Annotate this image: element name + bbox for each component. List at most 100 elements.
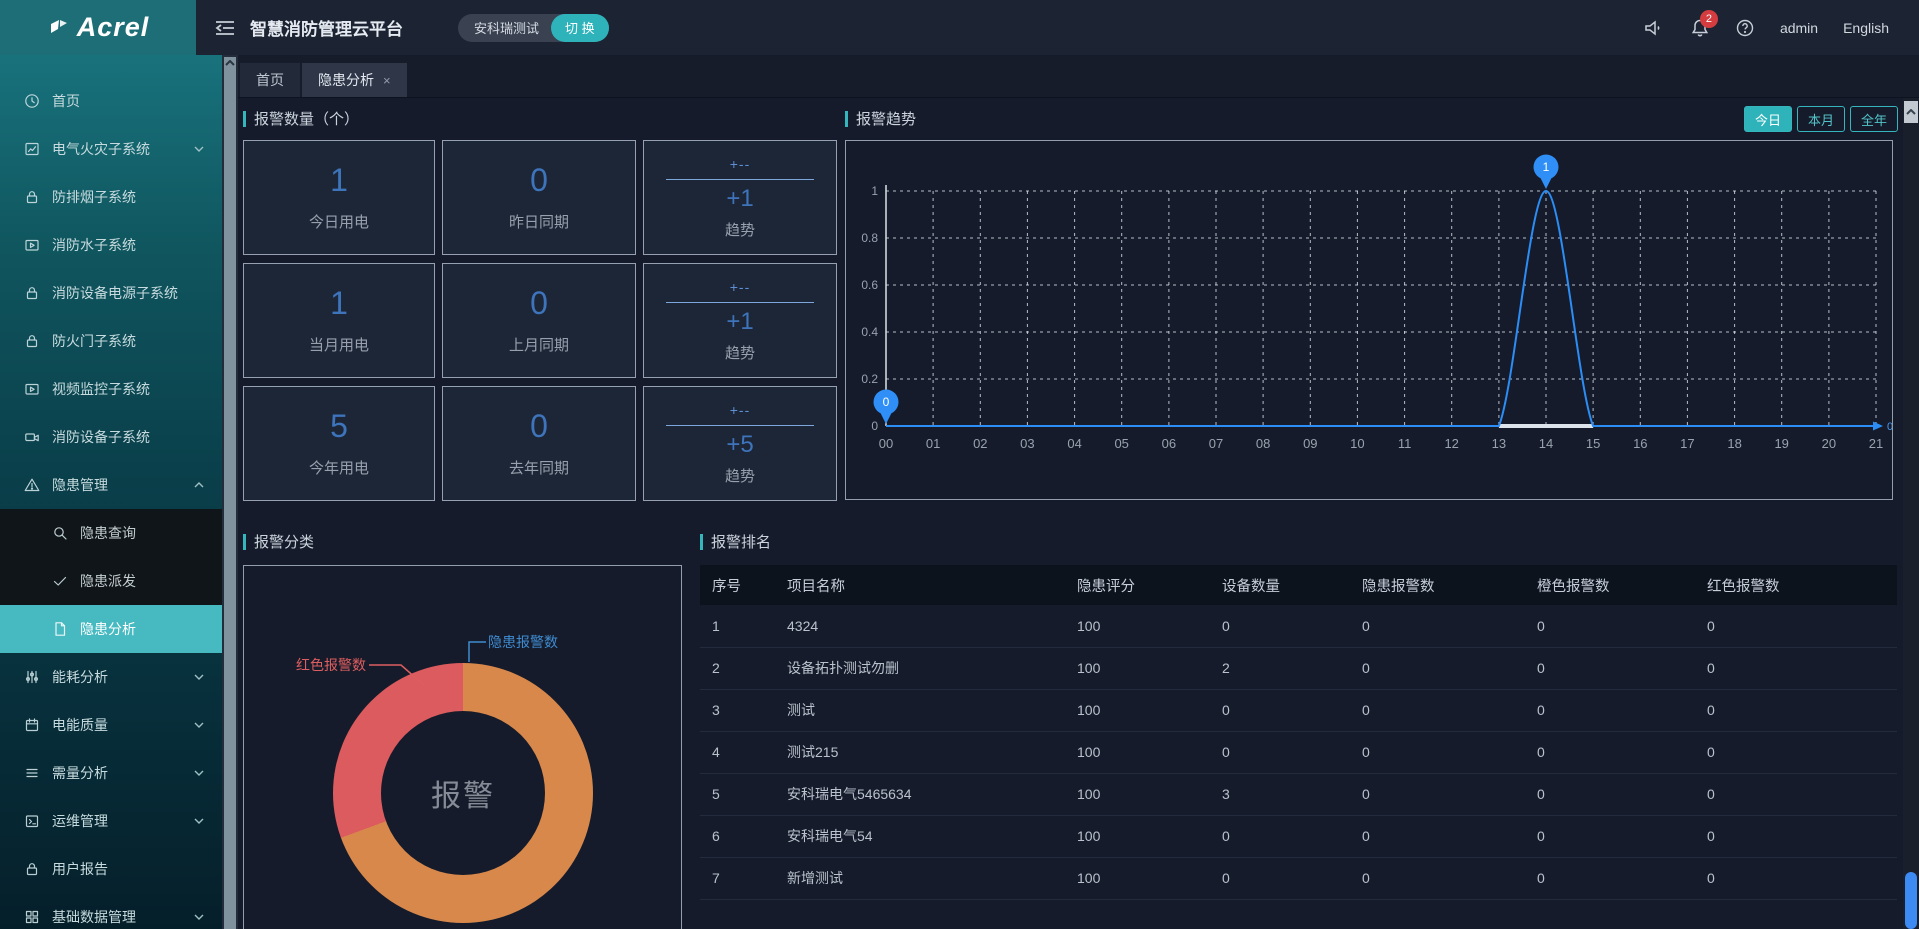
table-row[interactable]: 7 新增测试 100 0 0 0 0: [700, 857, 1897, 899]
table-header-cell: 橙色报警数: [1525, 565, 1695, 605]
stat-card-year-trend: +-- +5 趋势: [643, 386, 837, 501]
trend-divider: [666, 425, 814, 426]
range-button-year[interactable]: 全年: [1850, 106, 1898, 132]
warning-triangle-icon: [24, 477, 40, 493]
workspace-selector: 安科瑞测试 切 换: [458, 14, 609, 42]
sidebar-item-user-report[interactable]: 用户报告: [0, 845, 222, 893]
sidebar-item-demand-analysis[interactable]: 需量分析: [0, 749, 222, 797]
svg-text:11: 11: [1398, 436, 1412, 451]
table-header-cell: 项目名称: [775, 565, 1065, 605]
tab-home[interactable]: 首页: [240, 63, 300, 97]
svg-text:18: 18: [1727, 436, 1741, 451]
svg-text:10: 10: [1350, 436, 1364, 451]
home-clock-icon: [24, 93, 40, 109]
svg-text:04: 04: [1067, 436, 1081, 451]
svg-text:0.4: 0.4: [861, 325, 878, 339]
table-row[interactable]: 4 测试215 100 0 0 0 0: [700, 731, 1897, 773]
sidebar-item-fire-equipment[interactable]: 消防设备子系统: [0, 413, 222, 461]
svg-text:02: 02: [973, 436, 987, 451]
table-row[interactable]: 2 设备拓扑测试勿删 100 2 0 0 0: [700, 647, 1897, 689]
range-button-month[interactable]: 本月: [1797, 106, 1845, 132]
table-header-cell: 隐患评分: [1065, 565, 1210, 605]
trend-range-buttons: 今日 本月 全年: [1744, 106, 1898, 132]
table-row[interactable]: 1 4324 100 0 0 0 0: [700, 605, 1897, 647]
document-icon: [52, 621, 68, 637]
tab-close-icon[interactable]: ×: [383, 73, 391, 88]
donut-label-hazard-alarms: 隐患报警数: [488, 632, 558, 652]
table-header-row: 序号项目名称隐患评分设备数量隐患报警数橙色报警数红色报警数: [700, 565, 1897, 605]
notification-bell-icon[interactable]: 2: [1690, 18, 1710, 38]
scrollbar-up-button[interactable]: [1904, 101, 1918, 123]
range-button-today[interactable]: 今日: [1744, 106, 1792, 132]
sidebar-item-power-quality[interactable]: 电能质量: [0, 701, 222, 749]
table-row[interactable]: 5 安科瑞电气5465634 100 3 0 0 0: [700, 773, 1897, 815]
chart-icon: [24, 141, 40, 157]
notification-badge: 2: [1700, 10, 1718, 28]
svg-text:07: 07: [1209, 436, 1223, 451]
page-scrollbar-thumb[interactable]: [1905, 872, 1917, 929]
svg-text:1: 1: [871, 184, 878, 198]
stat-card-yesterday: 0 昨日同期: [442, 140, 636, 255]
sidebar-collapse-icon[interactable]: [214, 19, 236, 37]
sidebar-item-ops-management[interactable]: 运维管理: [0, 797, 222, 845]
brand-logo-text: Acrel: [77, 12, 150, 43]
title-accent-bar: [700, 534, 703, 550]
sidebar-item-fire-water[interactable]: 消防水子系统: [0, 221, 222, 269]
svg-text:20: 20: [1822, 436, 1836, 451]
sidebar-item-base-data[interactable]: 基础数据管理: [0, 893, 222, 929]
svg-text:13: 13: [1492, 436, 1506, 451]
help-icon[interactable]: [1735, 18, 1755, 38]
lock-icon: [24, 189, 40, 205]
terminal-icon: [24, 813, 40, 829]
svg-text:03: 03: [1020, 436, 1034, 451]
sidebar-item-hazard-dispatch[interactable]: 隐患派发: [0, 557, 222, 605]
stat-card-last-month: 0 上月同期: [442, 263, 636, 378]
alarm-trend-chart: 00.20.40.60.8100010203040506070809101112…: [845, 140, 1893, 500]
stat-card-this-month: 1 当月用电: [243, 263, 435, 378]
stat-card-today: 1 今日用电: [243, 140, 435, 255]
switch-workspace-button[interactable]: 切 换: [551, 14, 609, 42]
table-row[interactable]: 6 安科瑞电气54 100 0 0 0 0: [700, 815, 1897, 857]
sidebar-item-hazard-analysis[interactable]: 隐患分析: [0, 605, 222, 653]
svg-text:16: 16: [1633, 436, 1647, 451]
svg-text:17: 17: [1680, 436, 1694, 451]
sound-icon[interactable]: [1643, 18, 1665, 38]
sidebar-item-fire-door[interactable]: 防火门子系统: [0, 317, 222, 365]
sidebar-item-electrical-fire[interactable]: 电气火灾子系统: [0, 125, 222, 173]
sidebar-item-hazard-query[interactable]: 隐患查询: [0, 509, 222, 557]
tab-hazard-analysis[interactable]: 隐患分析 ×: [302, 63, 407, 97]
title-accent-bar: [243, 111, 246, 127]
brand-logo: Acrel: [0, 0, 196, 55]
scroll-up-icon[interactable]: [225, 60, 235, 66]
lock-icon: [24, 861, 40, 877]
section-title-alarm-trend: 报警趋势: [845, 108, 916, 129]
svg-text:0.8: 0.8: [861, 231, 878, 245]
sidebar-item-fire-power[interactable]: 消防设备电源子系统: [0, 269, 222, 317]
grid-icon: [24, 909, 40, 925]
sidebar-item-video-monitor[interactable]: 视频监控子系统: [0, 365, 222, 413]
sidebar-item-smoke-control[interactable]: 防排烟子系统: [0, 173, 222, 221]
svg-text:21: 21: [1869, 436, 1883, 451]
sidebar-item-hazard-management[interactable]: 隐患管理: [0, 461, 222, 509]
table-header-cell: 隐患报警数: [1350, 565, 1525, 605]
rows-icon: [24, 765, 40, 781]
search-icon: [52, 525, 68, 541]
user-menu[interactable]: admin: [1780, 20, 1818, 36]
trend-divider: [666, 179, 814, 180]
table-header-cell: 序号: [700, 565, 775, 605]
chevron-down-icon: [194, 722, 204, 728]
stat-card-month-trend: +-- +1 趋势: [643, 263, 837, 378]
sidebar-item-energy-analysis[interactable]: 能耗分析: [0, 653, 222, 701]
table-header-cell: 红色报警数: [1695, 565, 1897, 605]
table-row[interactable]: 3 测试 100 0 0 0 0: [700, 689, 1897, 731]
workspace-name: 安科瑞测试: [474, 18, 539, 37]
language-switcher[interactable]: English: [1843, 20, 1889, 36]
sidebar-scrollbar[interactable]: [222, 55, 238, 929]
donut-label-connectors: [244, 566, 683, 929]
chevron-down-icon: [194, 818, 204, 824]
svg-text:12: 12: [1444, 436, 1458, 451]
svg-text:15: 15: [1586, 436, 1600, 451]
page-scrollbar[interactable]: [1903, 98, 1919, 929]
sidebar-item-home[interactable]: 首页: [0, 77, 222, 125]
sidebar-scrollbar-thumb[interactable]: [224, 57, 236, 929]
